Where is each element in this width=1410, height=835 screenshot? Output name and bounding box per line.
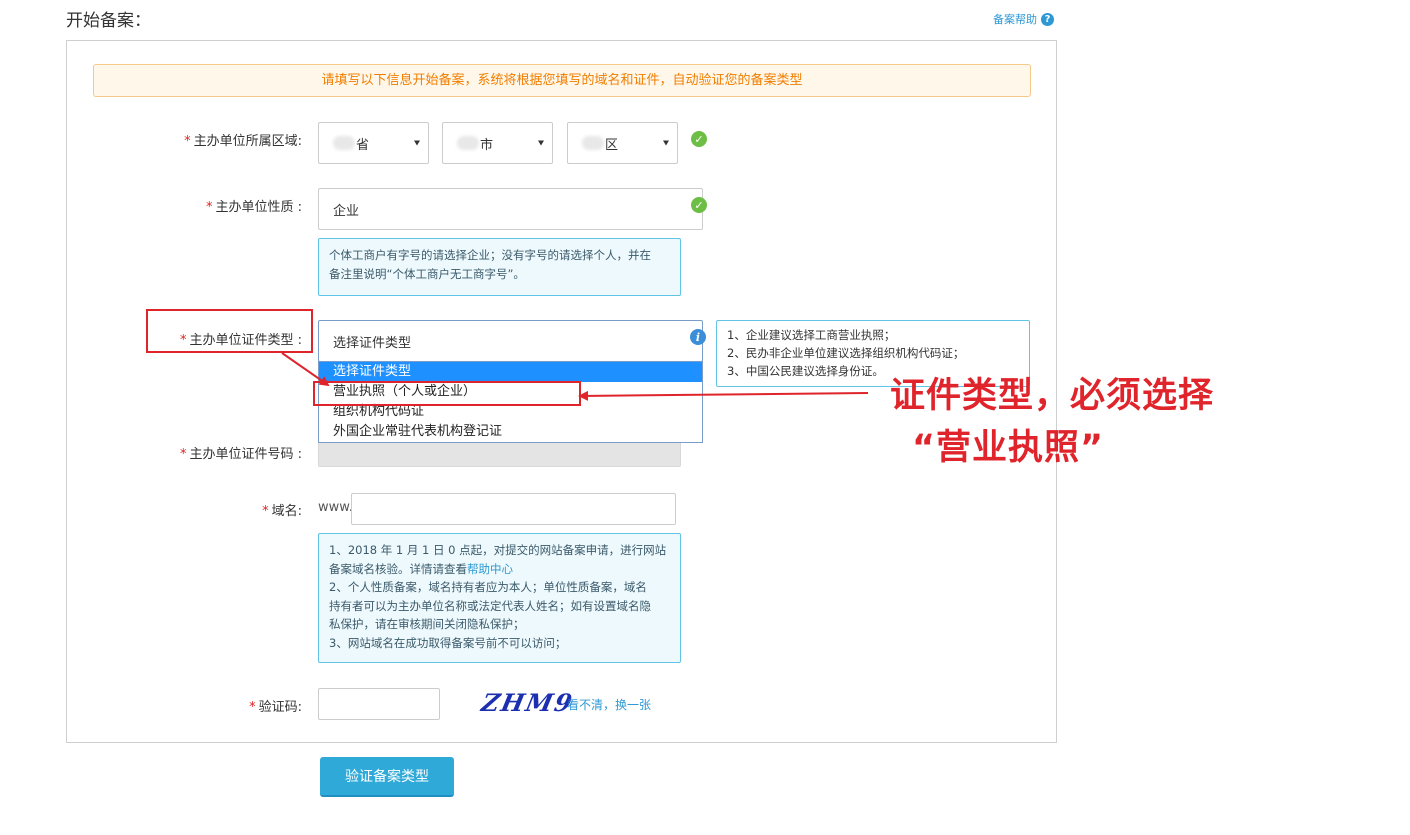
annotation-callout-line2: “营业执照” — [912, 428, 1105, 468]
annotation-arrow-right — [578, 390, 869, 401]
annotation-arrow-left — [281, 352, 330, 387]
annotation-callout-line1: 证件类型，必须选择 — [890, 376, 1215, 416]
